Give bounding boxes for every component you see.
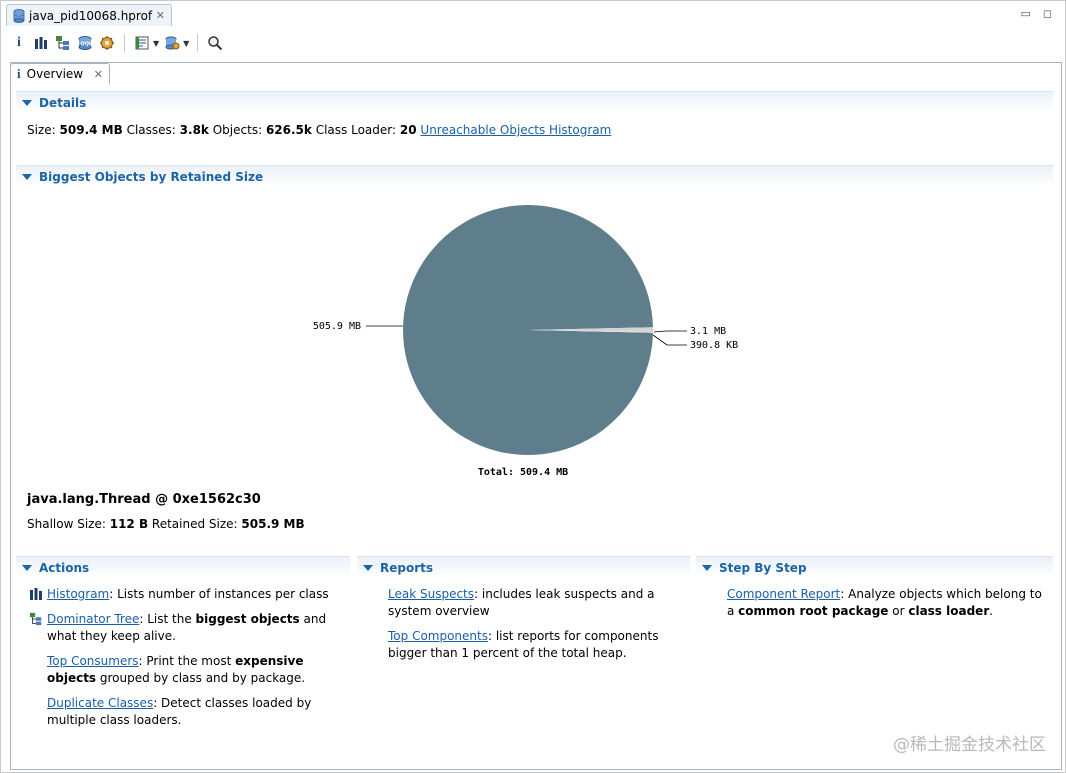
collapse-triangle-icon bbox=[22, 99, 32, 106]
action-duplicate-classes: Duplicate Classes: Detect classes loaded… bbox=[47, 696, 312, 727]
action-top-consumers: Top Consumers: Print the most expensive … bbox=[47, 654, 306, 685]
svg-text:OQL: OQL bbox=[81, 42, 94, 48]
objects-count: 626.5k bbox=[265, 123, 312, 137]
dominator-tree-link[interactable]: Dominator Tree bbox=[47, 612, 139, 626]
report-top-components: Top Components: list reports for compone… bbox=[388, 629, 659, 660]
oql-icon[interactable]: OQL bbox=[76, 34, 94, 52]
actions-section-header[interactable]: Actions bbox=[16, 556, 350, 578]
minimize-icon[interactable]: ▭ bbox=[1020, 7, 1030, 20]
info-icon[interactable]: i bbox=[10, 34, 28, 52]
top-consumers-link[interactable]: Top Consumers bbox=[47, 654, 139, 668]
selected-object-sizes: Shallow Size: 112 B Retained Size: 505.9… bbox=[27, 517, 305, 531]
query-browser-icon[interactable] bbox=[163, 34, 181, 52]
reports-title: Reports bbox=[380, 560, 434, 575]
step-by-step-section-header[interactable]: Step By Step bbox=[696, 556, 1053, 578]
maximize-icon[interactable]: ◻ bbox=[1043, 7, 1052, 20]
editor-tab-hprof[interactable]: java_pid10068.hprof ✕ bbox=[6, 4, 172, 26]
duplicate-classes-link[interactable]: Duplicate Classes bbox=[47, 696, 153, 710]
histogram-icon[interactable] bbox=[32, 34, 50, 52]
step-component-report: Component Report: Analyze objects which … bbox=[727, 587, 1042, 618]
pie-total-label: Total: 509.4 MB bbox=[478, 467, 568, 478]
chevron-down-icon[interactable]: ▼ bbox=[183, 39, 189, 48]
selected-object-name: java.lang.Thread @ 0xe1562c30 bbox=[27, 492, 261, 507]
component-report-link[interactable]: Component Report bbox=[727, 587, 840, 601]
dominator-tree-icon bbox=[29, 612, 42, 626]
info-icon: i bbox=[17, 66, 21, 81]
biggest-objects-title: Biggest Objects by Retained Size bbox=[39, 169, 264, 184]
tab-overview[interactable]: i Overview ✕ bbox=[10, 63, 110, 85]
leak-suspects-link[interactable]: Leak Suspects bbox=[388, 587, 474, 601]
collapse-triangle-icon bbox=[22, 173, 32, 180]
class-loader-count: 20 bbox=[399, 123, 417, 137]
dominator-tree-icon[interactable] bbox=[54, 34, 72, 52]
collapse-triangle-icon bbox=[22, 564, 32, 571]
heap-dump-file-icon bbox=[13, 8, 25, 23]
details-section-header[interactable]: Details bbox=[16, 91, 1053, 113]
pie-slice-label: 3.1 MB bbox=[690, 326, 726, 337]
top-components-link[interactable]: Top Components bbox=[388, 629, 488, 643]
histogram-link[interactable]: Histogram bbox=[47, 587, 109, 601]
search-icon[interactable] bbox=[206, 34, 224, 52]
tab-overview-label: Overview bbox=[26, 67, 84, 81]
retained-size-pie-chart[interactable]: 505.9 MB 3.1 MB 390.8 KB Total: 509.4 MB bbox=[290, 195, 790, 485]
step-by-step-title: Step By Step bbox=[719, 560, 807, 575]
shallow-size-value: 112 B bbox=[109, 517, 149, 531]
retained-size-value: 505.9 MB bbox=[241, 517, 305, 531]
editor-tab-label: java_pid10068.hprof bbox=[29, 8, 153, 23]
pie-leader-line bbox=[653, 330, 687, 333]
reports-section-header[interactable]: Reports bbox=[357, 556, 690, 578]
chevron-down-icon[interactable]: ▼ bbox=[153, 39, 159, 48]
collapse-triangle-icon bbox=[363, 564, 373, 571]
pie-leader-line bbox=[652, 334, 687, 346]
action-histogram: Histogram: Lists number of instances per… bbox=[30, 586, 329, 603]
collapse-triangle-icon bbox=[702, 564, 712, 571]
pie-slice-label: 390.8 KB bbox=[690, 340, 738, 351]
pie-slice-label: 505.9 MB bbox=[313, 321, 361, 332]
action-dominator-tree: Dominator Tree: List the biggest objects… bbox=[29, 611, 326, 645]
actions-title: Actions bbox=[39, 560, 90, 575]
classes-count: 3.8k bbox=[179, 123, 209, 137]
heap-dump-overview-icon[interactable] bbox=[98, 34, 116, 52]
run-report-icon[interactable] bbox=[133, 34, 151, 52]
biggest-objects-section-header[interactable]: Biggest Objects by Retained Size bbox=[16, 165, 1053, 187]
close-icon[interactable]: ✕ bbox=[94, 68, 103, 81]
unreachable-objects-histogram-link[interactable]: Unreachable Objects Histogram bbox=[420, 123, 611, 137]
histogram-icon bbox=[30, 588, 42, 600]
details-title: Details bbox=[39, 95, 87, 110]
toolbar: i OQL ▼ ▼ bbox=[10, 32, 224, 54]
heap-size-value: 509.4 MB bbox=[59, 123, 123, 137]
watermark: @稀土掘金技术社区 bbox=[893, 735, 1046, 755]
close-icon[interactable]: ✕ bbox=[156, 9, 165, 22]
details-summary: Size: 509.4 MB Classes: 3.8k Objects: 62… bbox=[27, 123, 612, 137]
report-leak-suspects: Leak Suspects: includes leak suspects an… bbox=[388, 587, 655, 618]
